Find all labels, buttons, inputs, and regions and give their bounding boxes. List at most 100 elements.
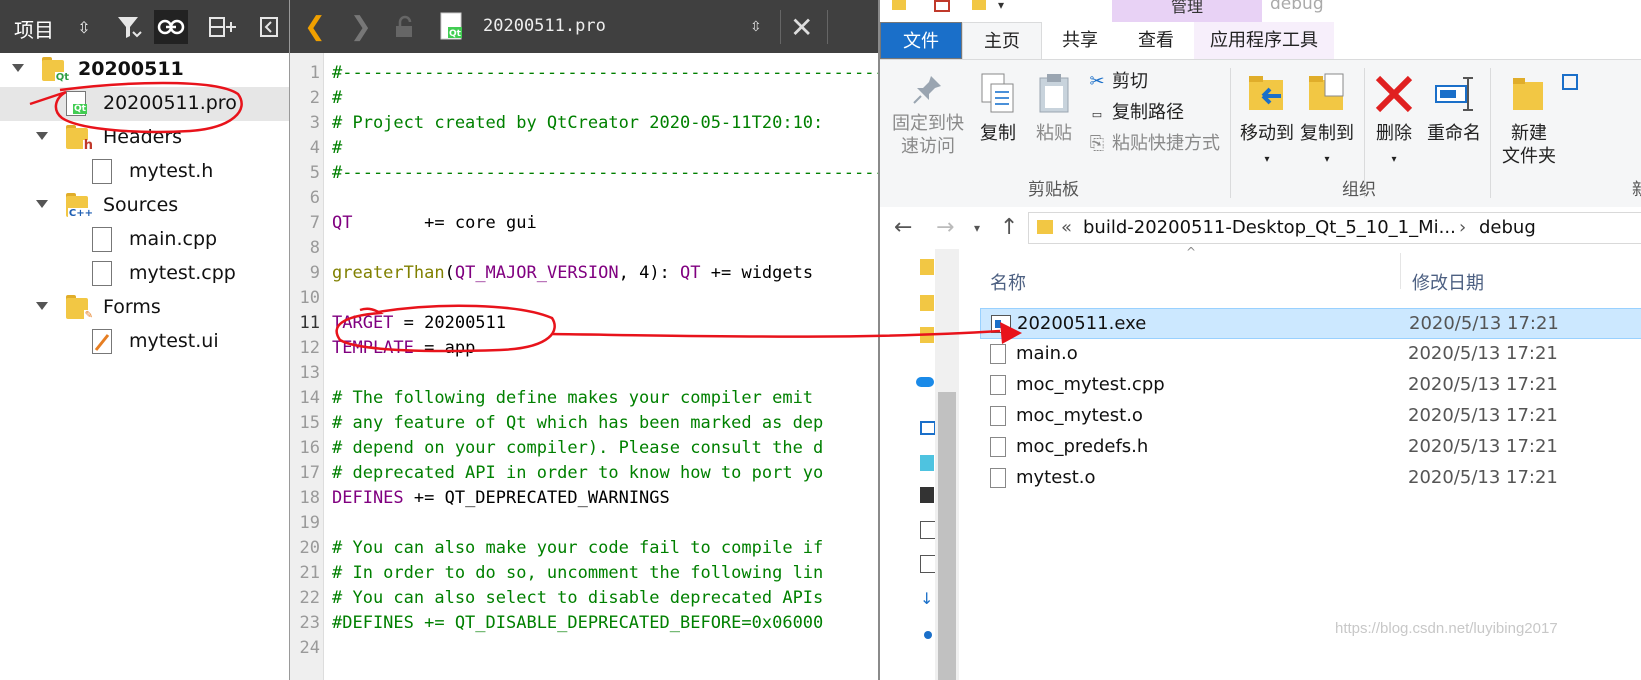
code-line[interactable]: #DEFINES += QT_DISABLE_DEPRECATED_BEFORE…: [332, 611, 823, 636]
tree-item-pro-file[interactable]: Qt 20200511.pro: [0, 87, 300, 121]
new-folder-button[interactable]: 新建 文件夹: [1494, 72, 1564, 168]
lock-icon[interactable]: [394, 10, 416, 44]
code-keyword: QT: [680, 263, 701, 283]
tab-file[interactable]: 文件: [880, 22, 962, 59]
onedrive-cloud-icon[interactable]: [916, 377, 934, 387]
link-with-editor-icon[interactable]: [154, 10, 188, 44]
address-bar[interactable]: « build-20200511-Desktop_Qt_5_10_1_Mi...…: [1028, 212, 1641, 244]
documents-icon[interactable]: [920, 555, 936, 573]
tree-item-file[interactable]: main.cpp: [0, 223, 300, 257]
folder-icon[interactable]: [920, 327, 934, 343]
code-line[interactable]: TEMPLATE = app: [332, 336, 475, 361]
properties-icon[interactable]: [934, 0, 950, 12]
context-tab-manage[interactable]: 管理: [1112, 0, 1262, 22]
forward-arrow-icon[interactable]: ❯: [350, 10, 372, 44]
recent-locations-chevron-icon[interactable]: ▾: [974, 221, 980, 235]
tree-item-file[interactable]: mytest.cpp: [0, 257, 300, 291]
code-line[interactable]: # You can also select to disable depreca…: [332, 586, 823, 611]
downloads-icon[interactable]: ↓: [920, 589, 934, 608]
up-arrow-icon[interactable]: ↑: [1000, 215, 1018, 240]
file-row[interactable]: 20200511.exe 2020/5/13 17:21: [980, 308, 1641, 339]
pin-quick-access-button[interactable]: 固定到快 速访问: [888, 72, 968, 158]
column-header-date[interactable]: 修改日期: [1412, 269, 1484, 295]
paste-button[interactable]: 粘贴: [1030, 72, 1078, 145]
move-to-dropdown-icon[interactable]: ▾: [1264, 154, 1269, 165]
delete-button[interactable]: 删除 ▾: [1370, 72, 1418, 171]
column-header-name[interactable]: 名称: [990, 269, 1026, 295]
breadcrumb-parent[interactable]: build-20200511-Desktop_Qt_5_10_1_Mi...: [1083, 217, 1456, 238]
folder-icon[interactable]: [892, 0, 906, 10]
tree-item-sources[interactable]: C++ Sources: [0, 189, 300, 223]
copy-to-dropdown-icon[interactable]: ▾: [1324, 154, 1329, 165]
tree-item-forms[interactable]: ✎ Forms: [0, 291, 300, 325]
close-sidebar-icon[interactable]: [252, 10, 286, 44]
breadcrumb-overflow-chevron[interactable]: «: [1061, 217, 1072, 238]
code-line[interactable]: #: [332, 136, 342, 161]
expand-arrow-icon[interactable]: [12, 64, 24, 72]
pictures-icon[interactable]: [920, 521, 936, 539]
view-selector-arrows-icon[interactable]: ⇳: [72, 10, 96, 44]
expand-arrow-icon[interactable]: [36, 132, 48, 140]
delete-dropdown-icon[interactable]: ▾: [1391, 154, 1396, 165]
new-folder-icon[interactable]: [972, 0, 986, 10]
tab-app-tools[interactable]: 应用程序工具: [1194, 22, 1334, 59]
folder-icon[interactable]: [920, 259, 934, 275]
videos-icon[interactable]: [920, 487, 934, 503]
split-icon[interactable]: [206, 10, 240, 44]
filter-icon[interactable]: [112, 10, 146, 44]
expand-arrow-icon[interactable]: [36, 302, 48, 310]
copy-to-button[interactable]: 复制到 ▾: [1298, 72, 1356, 171]
folder-icon[interactable]: [920, 295, 934, 311]
code-line[interactable]: # depend on your compiler). Please consu…: [332, 436, 823, 461]
code-line[interactable]: # Project created by QtCreator 2020-05-1…: [332, 111, 823, 136]
copy-path-button[interactable]: ▭ 复制路径: [1088, 99, 1184, 127]
file-row[interactable]: moc_mytest.cpp 2020/5/13 17:21: [980, 370, 1641, 401]
breadcrumb-current[interactable]: debug: [1479, 217, 1536, 238]
tree-item-file[interactable]: mytest.ui: [0, 325, 300, 359]
forward-arrow-icon[interactable]: →: [936, 215, 954, 240]
tab-view[interactable]: 查看: [1118, 22, 1194, 59]
this-pc-icon[interactable]: [920, 421, 936, 435]
tab-share[interactable]: 共享: [1042, 22, 1118, 59]
code-line[interactable]: # You can also make your code fail to co…: [332, 536, 823, 561]
back-arrow-icon[interactable]: ←: [894, 215, 912, 240]
cut-button[interactable]: ✂ 剪切: [1088, 68, 1148, 96]
code-line[interactable]: #---------------------------------------…: [332, 61, 880, 86]
new-item-icon[interactable]: [1562, 74, 1578, 90]
code-line[interactable]: # any feature of Qt which has been marke…: [332, 411, 823, 436]
3d-objects-icon[interactable]: [920, 455, 934, 471]
file-row[interactable]: moc_predefs.h 2020/5/13 17:21: [980, 432, 1641, 463]
pin-icon: [913, 76, 941, 104]
column-divider[interactable]: [1400, 253, 1401, 289]
tab-home[interactable]: 主页: [962, 22, 1042, 59]
file-icon: [990, 344, 1006, 364]
file-row[interactable]: moc_mytest.o 2020/5/13 17:21: [980, 401, 1641, 432]
code-line[interactable]: QT += core gui: [332, 211, 537, 236]
file-row[interactable]: mytest.o 2020/5/13 17:21: [980, 463, 1641, 494]
code-line[interactable]: DEFINES += QT_DEPRECATED_WARNINGS: [332, 486, 670, 511]
file-selector-arrows-icon[interactable]: ⇳: [750, 10, 762, 44]
navigation-scrollbar-thumb[interactable]: [938, 392, 956, 680]
code-line[interactable]: #---------------------------------------…: [332, 161, 880, 186]
breadcrumb-separator-icon[interactable]: ›: [1459, 217, 1466, 238]
code-line[interactable]: #: [332, 86, 342, 111]
music-icon[interactable]: [924, 631, 932, 639]
exe-icon: [991, 315, 1011, 333]
code-line[interactable]: greaterThan(QT_MAJOR_VERSION, 4): QT += …: [332, 261, 813, 286]
code-line[interactable]: # The following define makes your compil…: [332, 386, 813, 411]
customize-dropdown-icon[interactable]: ▾: [998, 0, 1010, 12]
rename-button[interactable]: 重命名: [1422, 72, 1486, 145]
move-to-button[interactable]: 移动到 ▾: [1238, 72, 1296, 171]
back-arrow-icon[interactable]: ❮: [304, 10, 326, 44]
code-line-target[interactable]: TARGET = 20200511: [332, 311, 506, 336]
tree-item-headers[interactable]: h Headers: [0, 121, 300, 155]
tree-item-file[interactable]: mytest.h: [0, 155, 300, 189]
close-document-icon[interactable]: ✕: [790, 10, 813, 44]
copy-button[interactable]: 复制: [974, 72, 1022, 145]
code-line[interactable]: # In order to do so, uncomment the follo…: [332, 561, 823, 586]
code-line[interactable]: # deprecated API in order to know how to…: [332, 461, 823, 486]
expand-arrow-icon[interactable]: [36, 200, 48, 208]
paste-shortcut-button[interactable]: ⎘ 粘贴快捷方式: [1088, 130, 1220, 158]
tree-item-project[interactable]: Qt 20200511: [0, 53, 300, 87]
file-row[interactable]: main.o 2020/5/13 17:21: [980, 339, 1641, 370]
